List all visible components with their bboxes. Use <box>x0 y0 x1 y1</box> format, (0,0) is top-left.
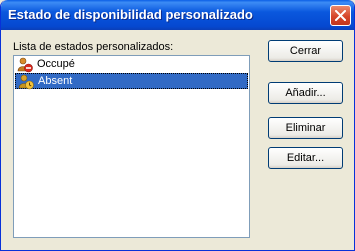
list-item[interactable]: Occupé <box>15 57 248 73</box>
list-item-label: Occupé <box>37 58 75 70</box>
title-bar[interactable]: Estado de disponibilidad personalizado <box>1 0 354 30</box>
close-button[interactable]: Cerrar <box>268 40 343 62</box>
away-status-icon <box>18 74 34 90</box>
busy-status-icon <box>17 57 33 73</box>
close-window-button[interactable] <box>330 5 351 26</box>
delete-button[interactable]: Eliminar <box>268 117 343 139</box>
list-item[interactable]: Absent <box>15 73 248 90</box>
add-button[interactable]: Añadir... <box>268 82 343 104</box>
close-icon <box>335 10 346 21</box>
list-item-label: Absent <box>38 75 73 87</box>
edit-button[interactable]: Editar... <box>268 147 343 169</box>
status-list-label: Lista de estados personalizados: <box>13 41 174 53</box>
custom-status-list[interactable]: Occupé Absent <box>13 55 250 238</box>
window-title: Estado de disponibilidad personalizado <box>8 7 253 22</box>
dialog-window: Estado de disponibilidad personalizado L… <box>0 0 355 251</box>
